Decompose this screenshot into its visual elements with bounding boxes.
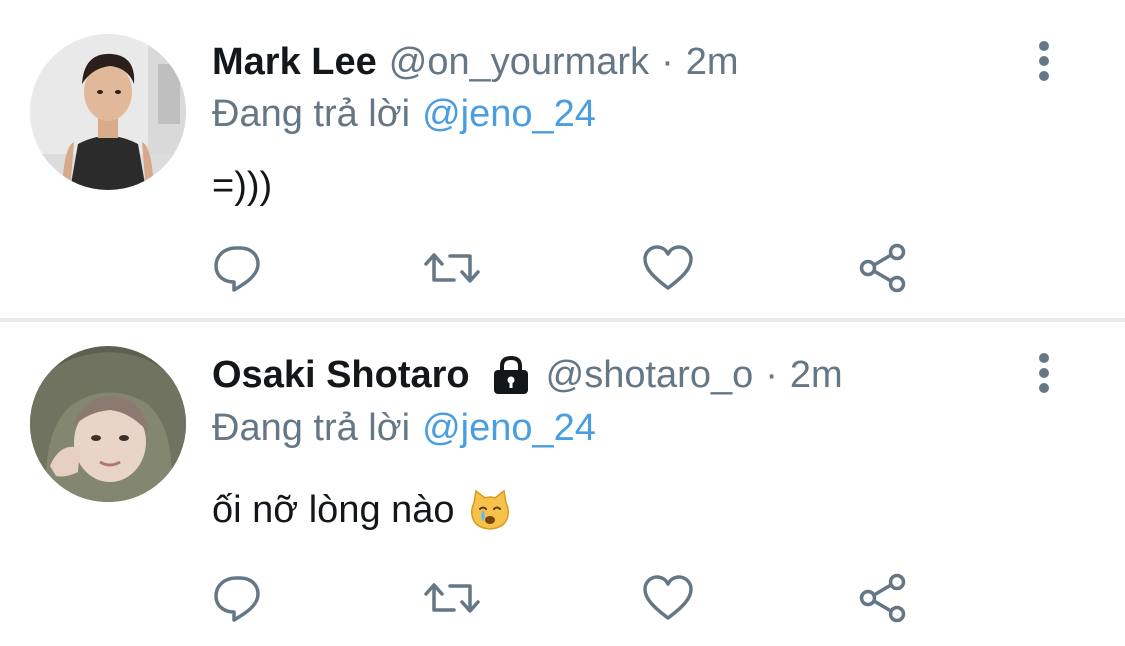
tweet-actions (0, 240, 1125, 300)
tweet-actions (0, 570, 1125, 630)
replying-prefix: Đang trả lời (212, 93, 411, 135)
timestamp[interactable]: 2m (686, 40, 739, 84)
like-icon (643, 575, 693, 620)
avatar[interactable] (30, 346, 186, 502)
reply-button[interactable] (210, 240, 266, 296)
more-options-button[interactable] (1030, 38, 1058, 88)
reply-icon (214, 576, 260, 622)
replying-prefix: Đang trả lời (212, 407, 411, 449)
user-handle[interactable]: @on_yourmark (389, 40, 649, 84)
avatar[interactable] (30, 34, 186, 190)
like-icon (643, 245, 693, 290)
tweet-header: Osaki Shotaro @shotaro_o · 2m (212, 353, 843, 397)
lock-icon (490, 354, 532, 396)
mention-link[interactable]: @jeno_24 (422, 407, 596, 449)
more-options-button[interactable] (1030, 350, 1058, 400)
user-handle[interactable]: @shotaro_o (546, 353, 754, 397)
tweet-text: ối nỡ lòng nào (212, 488, 511, 532)
retweet-button[interactable] (424, 570, 480, 626)
avatar-photo (30, 34, 186, 190)
more-vertical-icon (1039, 41, 1049, 81)
like-button[interactable] (640, 570, 696, 626)
separator-dot: · (765, 354, 778, 396)
display-name[interactable]: Osaki Shotaro (212, 353, 470, 397)
tweet-text-content: ối nỡ lòng nào (212, 489, 455, 531)
mention-link[interactable]: @jeno_24 (422, 93, 596, 135)
retweet-icon (424, 583, 480, 613)
share-button[interactable] (856, 240, 912, 296)
replying-to: Đang trả lời @jeno_24 (212, 92, 596, 136)
tweet-text-content: =))) (212, 165, 273, 207)
retweet-button[interactable] (424, 240, 480, 296)
tweet[interactable]: Mark Lee @on_yourmark · 2m Đang trả lời @… (0, 0, 1125, 318)
separator-dot: · (661, 41, 674, 83)
replying-to: Đang trả lời @jeno_24 (212, 406, 596, 450)
avatar-photo (30, 346, 186, 502)
timestamp[interactable]: 2m (790, 353, 843, 397)
share-button[interactable] (856, 570, 912, 626)
tweet-header: Mark Lee @on_yourmark · 2m (212, 40, 739, 84)
share-icon (859, 573, 906, 623)
more-vertical-icon (1039, 353, 1049, 393)
display-name[interactable]: Mark Lee (212, 40, 377, 84)
reply-button[interactable] (210, 570, 266, 626)
tweet[interactable]: Osaki Shotaro @shotaro_o · 2m Đang trả l… (0, 322, 1125, 646)
reply-icon (214, 246, 260, 292)
tweet-text: =))) (212, 164, 272, 208)
like-button[interactable] (640, 240, 696, 296)
crying-cat-face-icon (469, 489, 511, 531)
retweet-icon (424, 253, 480, 283)
share-icon (859, 243, 906, 293)
